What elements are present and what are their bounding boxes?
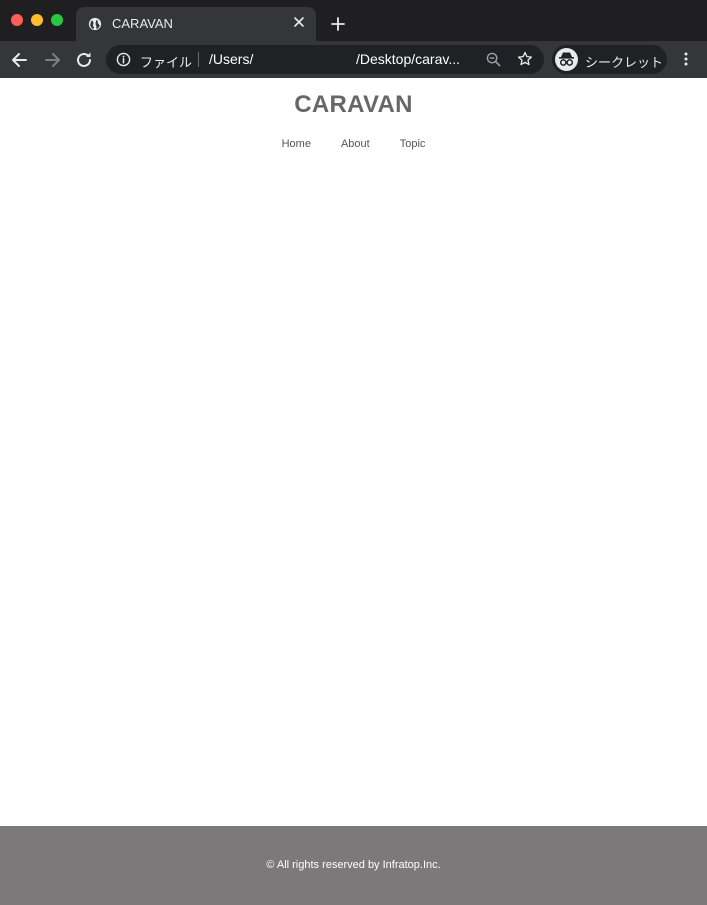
minimize-window-button[interactable] <box>31 14 43 26</box>
close-window-button[interactable] <box>11 14 23 26</box>
browser-tab[interactable]: CARAVAN <box>76 7 316 41</box>
address-scheme: ファイル <box>140 55 193 70</box>
nav-link-topic[interactable]: Topic <box>400 138 426 150</box>
address-divider <box>198 52 199 67</box>
incognito-label: シークレット <box>585 55 664 70</box>
more-vertical-icon[interactable] <box>678 51 694 67</box>
maximize-window-button[interactable] <box>51 14 63 26</box>
close-icon[interactable] <box>292 15 306 29</box>
incognito-profile-button[interactable]: シークレット <box>552 45 667 74</box>
globe-icon <box>88 17 102 31</box>
site-footer: © All rights reserved by Infratop.Inc. <box>0 826 707 905</box>
arrow-right-icon[interactable] <box>42 50 62 70</box>
zoom-out-icon[interactable] <box>486 52 501 67</box>
site-nav: Home About Topic <box>0 138 707 150</box>
address-bar[interactable]: ファイル /Users/ /Desktop/carav... <box>106 45 544 74</box>
arrow-left-icon[interactable] <box>10 50 30 70</box>
nav-link-home[interactable]: Home <box>282 138 311 150</box>
tab-title: CARAVAN <box>112 16 173 31</box>
url-text-start: /Users/ <box>209 51 254 67</box>
page-content: CARAVAN Home About Topic © All rights re… <box>0 78 707 905</box>
nav-link-about[interactable]: About <box>341 138 370 150</box>
url-text-end: /Desktop/carav... <box>356 51 461 67</box>
star-icon[interactable] <box>517 51 533 67</box>
reload-icon[interactable] <box>74 50 94 70</box>
browser-titlebar: CARAVAN <box>0 0 707 41</box>
incognito-icon <box>555 48 578 71</box>
info-icon[interactable] <box>116 52 131 67</box>
plus-icon[interactable] <box>330 16 346 32</box>
site-title[interactable]: CARAVAN <box>0 91 707 119</box>
footer-copyright: © All rights reserved by Infratop.Inc. <box>266 859 441 871</box>
browser-toolbar: ファイル /Users/ /Desktop/carav... シークレット <box>0 41 707 78</box>
